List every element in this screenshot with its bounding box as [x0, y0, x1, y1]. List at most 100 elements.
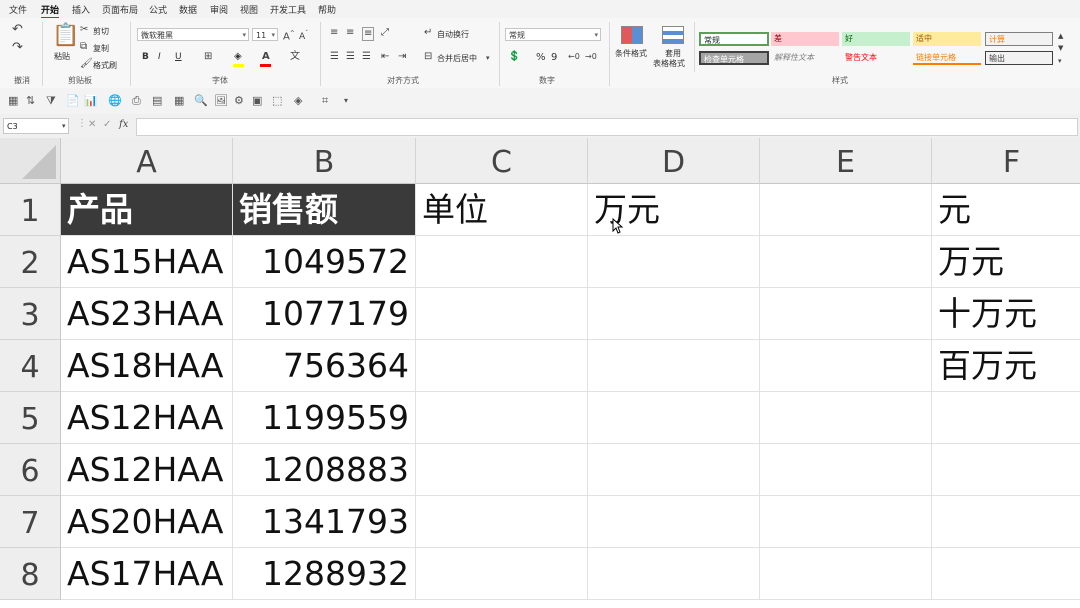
shrink-font-icon[interactable]: Aˇ: [299, 28, 308, 43]
tab-insert[interactable]: 插入: [72, 3, 90, 16]
row-header-2[interactable]: 2: [0, 236, 61, 288]
column-header-b[interactable]: B: [233, 138, 416, 184]
cell-a4[interactable]: AS18HAA: [61, 340, 233, 392]
cell-b4[interactable]: 756364: [233, 340, 416, 392]
cell-d7[interactable]: [588, 496, 760, 548]
image-icon[interactable]: 🖼: [214, 94, 228, 107]
cell-e6[interactable]: [760, 444, 932, 496]
table-format-label-2[interactable]: 表格格式: [653, 58, 685, 69]
copy-icon[interactable]: ⧉: [80, 41, 87, 53]
style-normal[interactable]: 常规: [699, 32, 769, 46]
cell-d4[interactable]: [588, 340, 760, 392]
fill-color-icon[interactable]: ◈: [234, 51, 242, 63]
increase-decimal-icon[interactable]: ←0: [568, 51, 580, 63]
grid-icon[interactable]: ▦: [174, 94, 184, 107]
style-calculation[interactable]: 计算: [985, 32, 1053, 46]
row-header-6[interactable]: 6: [0, 444, 61, 496]
function-icon[interactable]: fx: [119, 119, 128, 131]
wrap-text-icon[interactable]: ↵: [424, 27, 432, 39]
paste-icon[interactable]: 📋: [52, 24, 79, 48]
style-explanatory[interactable]: 解释性文本: [771, 51, 839, 65]
find-icon[interactable]: 🔍: [194, 94, 208, 107]
cell-b3[interactable]: 1077179: [233, 288, 416, 340]
name-box[interactable]: C3: [3, 118, 69, 134]
cell-a2[interactable]: AS15HAA: [61, 236, 233, 288]
cell-c7[interactable]: [416, 496, 588, 548]
cell-a1[interactable]: 产品: [61, 184, 233, 236]
decrease-indent-icon[interactable]: ⇤: [381, 51, 389, 63]
cell-a5[interactable]: AS12HAA: [61, 392, 233, 444]
tab-review[interactable]: 审阅: [210, 3, 228, 16]
filter-icon[interactable]: ⧩: [46, 94, 56, 108]
align-left-icon[interactable]: ☰: [330, 51, 339, 63]
cell-d5[interactable]: [588, 392, 760, 444]
globe-icon[interactable]: 🌐: [108, 94, 122, 107]
more-styles-icon[interactable]: ▾: [1058, 55, 1062, 67]
cell-e4[interactable]: [760, 340, 932, 392]
italic-button[interactable]: I: [158, 52, 161, 62]
tab-help[interactable]: 帮助: [318, 3, 336, 16]
cell-f3[interactable]: 十万元: [932, 288, 1080, 340]
pdf-icon[interactable]: 📄: [66, 94, 80, 107]
copy-button[interactable]: 复制: [93, 43, 109, 54]
phonetic-icon[interactable]: 文: [290, 51, 300, 63]
crop-icon[interactable]: ⌗: [322, 94, 328, 108]
percent-button[interactable]: %: [536, 52, 546, 63]
cell-b8[interactable]: 1288932: [233, 548, 416, 600]
shape-icon[interactable]: ◈: [294, 94, 302, 107]
cell-f6[interactable]: [932, 444, 1080, 496]
paste-button[interactable]: 粘贴: [54, 51, 70, 62]
underline-button[interactable]: U: [175, 52, 182, 62]
style-linked-cell[interactable]: 链接单元格: [913, 51, 981, 65]
style-warning[interactable]: 警告文本: [842, 51, 910, 65]
table-icon[interactable]: ▦: [8, 94, 18, 107]
scroll-down-icon[interactable]: ▼: [1058, 42, 1063, 54]
cell-a6[interactable]: AS12HAA: [61, 444, 233, 496]
column-header-c[interactable]: C: [416, 138, 588, 184]
cell-b5[interactable]: 1199559: [233, 392, 416, 444]
cell-e1[interactable]: [760, 184, 932, 236]
cell-f4[interactable]: 百万元: [932, 340, 1080, 392]
tab-page-layout[interactable]: 页面布局: [102, 3, 138, 16]
gear-icon[interactable]: ⚙: [234, 94, 244, 107]
align-center-icon[interactable]: ☰: [346, 51, 355, 63]
align-right-icon[interactable]: ☰: [362, 51, 371, 63]
cell-a8[interactable]: AS17HAA: [61, 548, 233, 600]
cell-a7[interactable]: AS20HAA: [61, 496, 233, 548]
cancel-icon[interactable]: ✕: [88, 119, 96, 131]
font-name-dropdown[interactable]: 微软雅黑 ▾: [137, 28, 249, 41]
orientation-icon[interactable]: ⤢: [381, 27, 389, 39]
row-header-8[interactable]: 8: [0, 548, 61, 600]
formula-input[interactable]: [136, 118, 1078, 136]
cell-c1[interactable]: 单位: [416, 184, 588, 236]
tab-formulas[interactable]: 公式: [149, 3, 167, 16]
cell-f7[interactable]: [932, 496, 1080, 548]
conditional-format-icon[interactable]: [621, 26, 643, 44]
cell-c6[interactable]: [416, 444, 588, 496]
cell-f1[interactable]: 元: [932, 184, 1080, 236]
merge-center-icon[interactable]: ⊟: [424, 51, 432, 63]
align-middle-icon[interactable]: ≡: [346, 27, 354, 39]
cell-b6[interactable]: 1208883: [233, 444, 416, 496]
print-icon[interactable]: ⎙: [132, 94, 141, 108]
column-header-e[interactable]: E: [760, 138, 932, 184]
cell-c8[interactable]: [416, 548, 588, 600]
chevron-down-icon[interactable]: ▾: [486, 52, 490, 64]
undo-icon[interactable]: ↶: [12, 23, 23, 36]
confirm-icon[interactable]: ✓: [103, 119, 111, 131]
cell-d6[interactable]: [588, 444, 760, 496]
cell-b2[interactable]: 1049572: [233, 236, 416, 288]
tab-data[interactable]: 数据: [179, 3, 197, 16]
bold-button[interactable]: B: [142, 52, 149, 62]
cut-button[interactable]: 剪切: [93, 26, 109, 37]
style-good[interactable]: 好: [842, 32, 910, 46]
row-header-7[interactable]: 7: [0, 496, 61, 548]
increase-indent-icon[interactable]: ⇥: [398, 51, 406, 63]
format-painter-icon[interactable]: 🖌: [80, 58, 93, 70]
decrease-decimal-icon[interactable]: →0: [585, 51, 597, 63]
cell-d8[interactable]: [588, 548, 760, 600]
column-header-a[interactable]: A: [61, 138, 233, 184]
tab-file[interactable]: 文件: [9, 3, 27, 16]
row-header-5[interactable]: 5: [0, 392, 61, 444]
tab-view[interactable]: 视图: [240, 3, 258, 16]
